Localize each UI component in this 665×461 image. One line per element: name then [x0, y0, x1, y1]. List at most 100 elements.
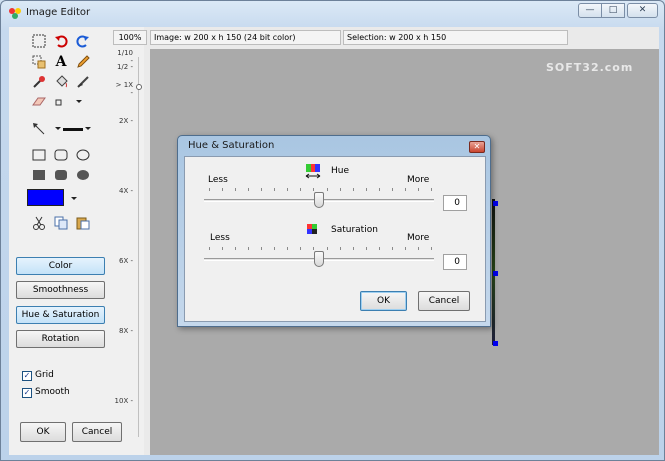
rectangle-outline-icon[interactable]: [31, 147, 47, 163]
selection-handle[interactable]: [493, 271, 498, 276]
hue-less-label: Less: [208, 175, 228, 185]
redo-icon[interactable]: [75, 33, 91, 49]
slider-tick: [392, 247, 393, 250]
text-tool-icon[interactable]: A: [53, 54, 69, 70]
rotation-button[interactable]: Rotation: [16, 330, 105, 348]
line-width-icon[interactable]: [53, 121, 93, 137]
line-arrow-tool-icon[interactable]: [31, 121, 47, 137]
minimize-button[interactable]: —: [578, 3, 602, 18]
hue-saturation-button[interactable]: Hue & Saturation: [16, 306, 105, 324]
select-rect-tool-icon[interactable]: [31, 33, 47, 49]
slider-tick: [274, 188, 275, 191]
slider-tick: [431, 188, 432, 191]
rectangle-filled-icon[interactable]: [31, 167, 47, 183]
grid-checkbox[interactable]: ✓ Grid: [22, 370, 54, 381]
zoom-level: 100%: [113, 30, 147, 45]
color-button[interactable]: Color: [16, 257, 105, 275]
tool-panel: A 1/10 - 1/2 - > 1X - 2X - 4X - 6X - 8X …: [9, 27, 144, 455]
hue-slider-thumb[interactable]: [314, 192, 324, 208]
smooth-checkbox[interactable]: ✓ Smooth: [22, 387, 70, 398]
dialog-cancel-button[interactable]: Cancel: [418, 291, 470, 311]
slider-tick: [313, 247, 314, 250]
slider-tick: [287, 188, 288, 191]
slider-tick: [235, 188, 236, 191]
fill-bucket-tool-icon[interactable]: [53, 74, 69, 90]
brush-size-icon[interactable]: [53, 94, 69, 110]
title-bar[interactable]: Image Editor — □ ✕: [1, 1, 664, 25]
slider-tick: [235, 247, 236, 250]
slider-tick: [418, 188, 419, 191]
slider-tick: [379, 247, 380, 250]
watermark: SOFT32.com: [546, 61, 634, 74]
dialog-ok-button[interactable]: OK: [360, 291, 407, 311]
dialog-body: Hue Less More 0 Saturation Less More 0 O…: [184, 156, 486, 322]
eraser-tool-icon[interactable]: [31, 94, 47, 110]
chevron-down-icon[interactable]: [66, 191, 82, 207]
dialog-close-button[interactable]: ✕: [469, 141, 485, 153]
palette-app-icon: [9, 8, 21, 19]
chevron-down-icon[interactable]: [71, 94, 87, 110]
cut-icon[interactable]: [31, 215, 47, 231]
saturation-slider-thumb[interactable]: [314, 251, 324, 267]
slider-tick: [327, 247, 328, 250]
pencil-tool-icon[interactable]: [75, 54, 91, 70]
ok-button[interactable]: OK: [20, 422, 66, 442]
saturation-less-label: Less: [210, 233, 230, 243]
saturation-icon: [307, 224, 317, 234]
saturation-label: Saturation: [331, 225, 378, 235]
saturation-value-field[interactable]: 0: [443, 254, 467, 270]
selection-info: Selection: w 200 x h 150: [343, 30, 568, 45]
primary-color-swatch[interactable]: [27, 189, 64, 206]
grid-label: Grid: [35, 370, 54, 380]
zoom-label: > 1X -: [115, 81, 133, 97]
slider-tick: [392, 188, 393, 191]
rounded-rect-outline-icon[interactable]: [53, 147, 69, 163]
slider-tick: [405, 188, 406, 191]
maximize-button[interactable]: □: [601, 3, 625, 18]
slider-tick: [300, 188, 301, 191]
ellipse-outline-icon[interactable]: [75, 147, 91, 163]
slider-tick: [261, 247, 262, 250]
brush-tool-icon[interactable]: [75, 74, 91, 90]
slider-tick: [431, 247, 432, 250]
slider-tick: [209, 247, 210, 250]
slider-tick: [366, 247, 367, 250]
paste-icon[interactable]: [75, 215, 91, 231]
hue-label: Hue: [331, 166, 350, 176]
smoothness-button[interactable]: Smoothness: [16, 281, 105, 299]
slider-tick: [300, 247, 301, 250]
hue-saturation-dialog: Hue & Saturation ✕ Hue Less More 0 Satur…: [177, 135, 491, 327]
slider-tick: [353, 188, 354, 191]
slider-tick: [405, 247, 406, 250]
slider-tick: [274, 247, 275, 250]
zoom-label: 10X -: [114, 397, 133, 405]
zoom-ruler[interactable]: 1/10 - 1/2 - > 1X - 2X - 4X - 6X - 8X - …: [113, 49, 143, 437]
saturation-more-label: More: [407, 233, 430, 243]
slider-tick: [261, 188, 262, 191]
slider-tick: [379, 188, 380, 191]
hue-more-label: More: [407, 175, 430, 185]
zoom-label: 6X -: [119, 257, 133, 265]
zoom-label: 8X -: [119, 327, 133, 335]
slider-tick: [418, 247, 419, 250]
zoom-slider-thumb[interactable]: [136, 84, 142, 90]
eyedropper-tool-icon[interactable]: [31, 74, 47, 90]
selection-handle[interactable]: [493, 341, 498, 346]
crop-tool-icon[interactable]: [31, 54, 47, 70]
zoom-label: 4X -: [119, 187, 133, 195]
close-button[interactable]: ✕: [627, 3, 658, 18]
rounded-rect-filled-icon[interactable]: [53, 167, 69, 183]
slider-tick: [313, 188, 314, 191]
window-title: Image Editor: [26, 7, 91, 18]
zoom-label: 1/2 -: [116, 63, 133, 71]
ellipse-filled-icon[interactable]: [75, 167, 91, 183]
zoom-label: 2X -: [119, 117, 133, 125]
cancel-button[interactable]: Cancel: [72, 422, 122, 442]
slider-tick: [287, 247, 288, 250]
selection-handle[interactable]: [493, 201, 498, 206]
hue-value-field[interactable]: 0: [443, 195, 467, 211]
undo-icon[interactable]: [53, 33, 69, 49]
slider-tick: [366, 188, 367, 191]
slider-tick: [222, 188, 223, 191]
copy-icon[interactable]: [53, 215, 69, 231]
